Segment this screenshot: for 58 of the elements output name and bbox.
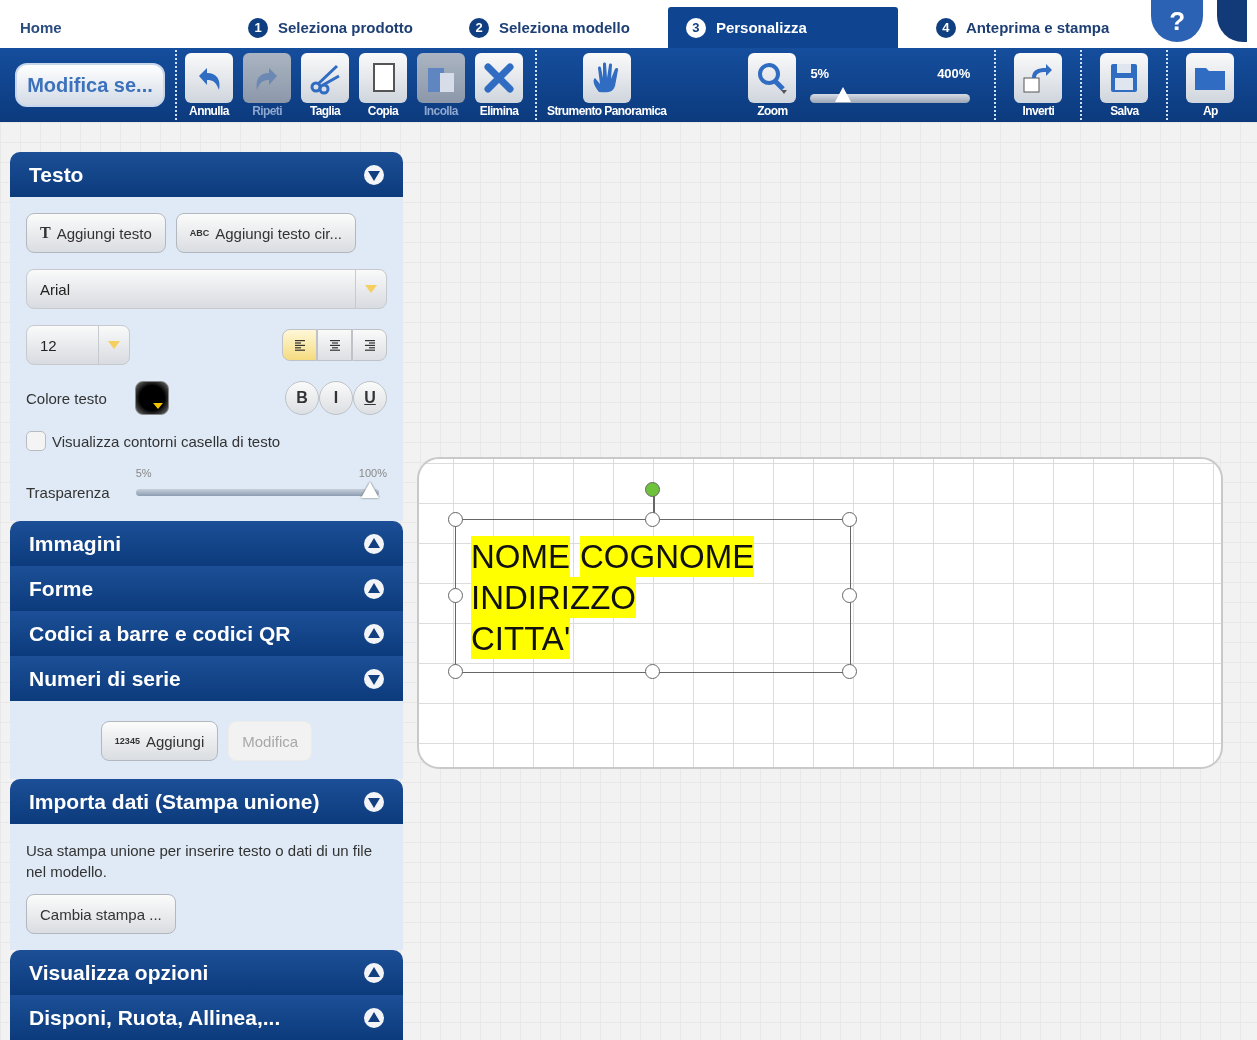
- add-text-button[interactable]: T Aggiungi testo: [26, 213, 166, 253]
- panel-header[interactable]: Immagini: [10, 521, 403, 566]
- zoom-max-label: 400%: [937, 65, 971, 81]
- align-left-icon: [292, 338, 307, 352]
- slider-max-label: 100%: [358, 467, 387, 479]
- edit-button[interactable]: Modifica se...: [15, 63, 165, 107]
- resize-handle[interactable]: [842, 588, 857, 603]
- panel-header[interactable]: Disponi, Ruota, Allinea,...: [10, 995, 403, 1040]
- step-tab[interactable]: 1 Seleziona prodotto: [230, 7, 431, 48]
- panel-header[interactable]: Visualizza opzioni: [10, 950, 403, 995]
- rotate-handle[interactable]: [645, 482, 660, 497]
- text-color-label: Colore testo: [26, 389, 107, 407]
- resize-handle[interactable]: [645, 512, 660, 527]
- text-color-swatch[interactable]: [134, 381, 169, 415]
- resize-handle[interactable]: [448, 588, 463, 603]
- help-button[interactable]: ?: [1151, 0, 1204, 42]
- align-button[interactable]: [282, 329, 317, 361]
- label-text-line: NOME COGNOME: [471, 536, 756, 577]
- resize-handle[interactable]: [448, 664, 463, 679]
- home-link[interactable]: Home: [20, 7, 230, 48]
- outline-label: Visualizza contorni casella di testo: [52, 432, 281, 450]
- change-merge-button[interactable]: Cambia stampa ...: [26, 894, 176, 934]
- text-style-button[interactable]: U: [353, 381, 387, 415]
- step-tab[interactable]: 4 Anteprima e stampa: [917, 7, 1128, 48]
- align-button[interactable]: [317, 329, 352, 361]
- panel-header[interactable]: Testo: [10, 152, 403, 197]
- font-dropdown[interactable]: Arial: [26, 269, 387, 309]
- step-tab[interactable]: 2 Seleziona modello: [451, 7, 648, 48]
- slider-thumb[interactable]: [361, 482, 379, 498]
- add-curved-text-button[interactable]: ABC Aggiungi testo cir...: [175, 213, 356, 253]
- align-right-icon: [362, 338, 377, 352]
- slider-thumb[interactable]: [834, 86, 851, 102]
- font-size-dropdown[interactable]: 12: [26, 325, 130, 365]
- merge-description: Usa stampa unione per inserire testo o dati di un file nel modello.: [26, 841, 373, 882]
- transparency-label: Trasparenza: [26, 484, 110, 501]
- panel-header[interactable]: Forme: [10, 566, 403, 611]
- resize-handle[interactable]: [842, 664, 857, 679]
- slider-min-label: 5%: [135, 467, 152, 479]
- text-style-button[interactable]: B: [285, 381, 319, 415]
- step-tab[interactable]: 3 Personalizza: [667, 7, 898, 48]
- resize-handle[interactable]: [842, 512, 857, 527]
- dropdown-caret-icon: [107, 340, 121, 350]
- panel-header[interactable]: Codici a barre e codici QR: [10, 611, 403, 656]
- align-button[interactable]: [352, 329, 387, 361]
- resize-handle[interactable]: [645, 664, 660, 679]
- side-tab-button[interactable]: [1217, 0, 1248, 42]
- zoom-slider[interactable]: [810, 86, 971, 105]
- outline-checkbox[interactable]: [26, 431, 46, 451]
- text-style-button[interactable]: I: [319, 381, 353, 415]
- panel-header[interactable]: Importa dati (Stampa unione): [10, 779, 403, 824]
- align-center-icon: [327, 338, 342, 352]
- panel-header[interactable]: Numeri di serie: [10, 656, 403, 701]
- zoom-min-label: 5%: [810, 65, 830, 81]
- dropdown-caret-icon: [364, 284, 378, 294]
- pan-tool-button[interactable]: Strumento Panoramica: [547, 52, 667, 118]
- resize-handle[interactable]: [448, 512, 463, 527]
- transparency-slider[interactable]: [135, 481, 379, 501]
- add-serial-button[interactable]: 12345 Aggiungi: [100, 721, 219, 761]
